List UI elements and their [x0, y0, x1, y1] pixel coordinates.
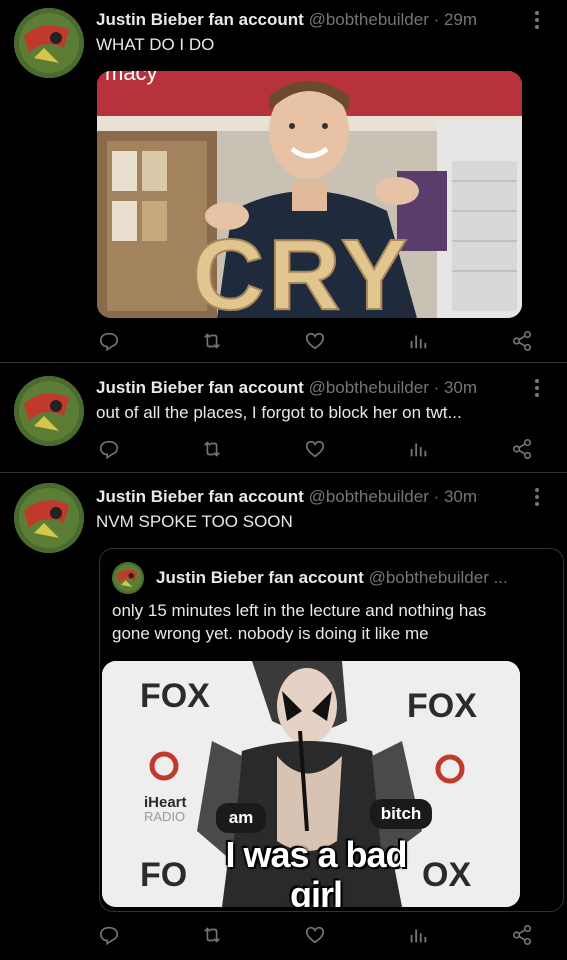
share-icon[interactable] — [509, 436, 535, 462]
retweet-icon[interactable] — [199, 436, 225, 462]
display-name[interactable]: Justin Bieber fan account — [96, 378, 304, 397]
like-icon[interactable] — [302, 436, 328, 462]
quoted-handle: @bobthebuilder ... — [368, 568, 508, 587]
more-icon[interactable] — [529, 9, 545, 31]
retweet-icon[interactable] — [199, 328, 225, 354]
meme-caption: I was a bad girl — [225, 834, 407, 908]
handle[interactable]: @bobthebuilder — [309, 10, 429, 29]
retweet-icon[interactable] — [199, 922, 225, 948]
store-photo: CRY macy — [97, 71, 522, 318]
timestamp[interactable]: · 29m — [434, 10, 477, 29]
tweet-1[interactable]: Justin Bieber fan account @bobthebuilder… — [0, 0, 567, 362]
timestamp[interactable]: · 30m — [434, 378, 477, 397]
timestamp[interactable]: · 30m — [434, 487, 477, 506]
tweet-header: Justin Bieber fan account @bobthebuilder… — [96, 486, 527, 508]
display-name[interactable]: Justin Bieber fan account — [96, 10, 304, 29]
tweet-text: out of all the places, I forgot to block… — [96, 403, 462, 422]
avatar[interactable] — [14, 483, 84, 553]
tweet-text: WHAT DO I DO — [96, 35, 215, 54]
views-icon[interactable] — [405, 922, 431, 948]
tweet-header: Justin Bieber fan account @bobthebuilder… — [96, 9, 527, 31]
quoted-display-name: Justin Bieber fan account — [156, 568, 364, 587]
views-icon[interactable] — [405, 328, 431, 354]
label-am: am — [216, 803, 266, 833]
store-sign-text: macy — [105, 71, 158, 85]
tweet-header: Justin Bieber fan account @bobthebuilder… — [96, 377, 527, 399]
handle[interactable]: @bobthebuilder — [309, 487, 429, 506]
more-icon[interactable] — [529, 377, 545, 399]
tweet-actions — [0, 922, 567, 950]
quoted-header: Justin Bieber fan account @bobthebuilder… — [156, 567, 553, 589]
share-icon[interactable] — [509, 328, 535, 354]
reply-icon[interactable] — [96, 922, 122, 948]
fox-logo-bottom-left: FO — [140, 856, 187, 894]
tweet-actions — [0, 328, 567, 356]
quoted-tweet[interactable]: Justin Bieber fan account @bobthebuilder… — [99, 548, 564, 912]
label-bitch: bitch — [370, 799, 432, 829]
cry-letters: CRY — [192, 219, 411, 318]
like-icon[interactable] — [302, 922, 328, 948]
quoted-avatar — [112, 562, 144, 594]
quoted-text: only 15 minutes left in the lecture and … — [112, 601, 487, 643]
radio-logo: RADIO — [144, 809, 185, 824]
reply-icon[interactable] — [96, 328, 122, 354]
more-icon[interactable] — [529, 486, 545, 508]
avatar[interactable] — [14, 8, 84, 78]
tweet-2[interactable]: Justin Bieber fan account @bobthebuilder… — [0, 363, 567, 472]
reply-icon[interactable] — [96, 436, 122, 462]
share-icon[interactable] — [509, 922, 535, 948]
tweet-3[interactable]: Justin Bieber fan account @bobthebuilder… — [0, 473, 567, 960]
tweet-actions — [0, 436, 567, 464]
fox-logo-left: FOX — [140, 677, 210, 715]
quoted-image[interactable]: FOX FOX iHeart RADIO FO OX am bitch I wa… — [102, 661, 520, 907]
display-name[interactable]: Justin Bieber fan account — [96, 487, 304, 506]
like-icon[interactable] — [302, 328, 328, 354]
handle[interactable]: @bobthebuilder — [309, 378, 429, 397]
fox-logo-right: FOX — [407, 687, 477, 725]
tweet-image[interactable]: CRY macy — [97, 71, 522, 318]
tweet-text: NVM SPOKE TOO SOON — [96, 512, 293, 531]
views-icon[interactable] — [405, 436, 431, 462]
